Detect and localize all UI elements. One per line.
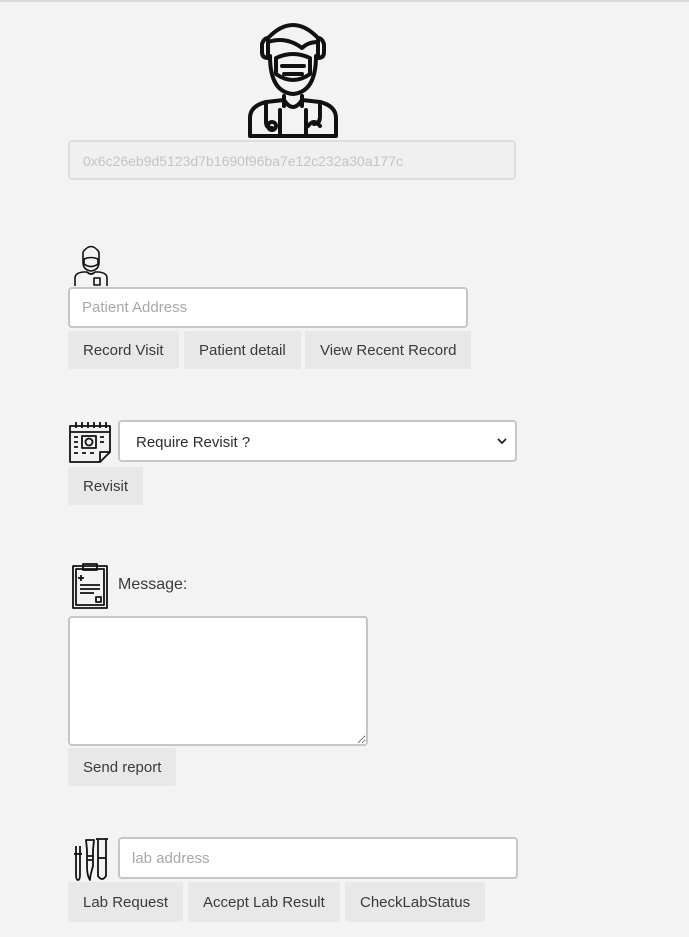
patient-address-input[interactable] (68, 287, 468, 328)
lab-tools-icon (74, 838, 108, 881)
revisit-button[interactable]: Revisit (68, 467, 144, 505)
account-address: 0x6c26eb9d5123d7b1690f96ba7e12c232a30a17… (68, 140, 516, 180)
lab-address-input[interactable] (118, 837, 518, 879)
accept-lab-result-button[interactable]: Accept Lab Result (188, 882, 340, 922)
send-report-button[interactable]: Send report (68, 748, 177, 786)
chevron-down-icon (497, 438, 507, 445)
calendar-icon (69, 422, 111, 463)
record-visit-button[interactable]: Record Visit (68, 331, 179, 369)
revisit-select[interactable]: Require Revisit ? (118, 420, 517, 462)
check-lab-status-button[interactable]: CheckLabStatus (345, 882, 486, 922)
clipboard-icon (72, 563, 108, 609)
revisit-select-value: Require Revisit ? (136, 434, 251, 451)
patient-icon (74, 245, 108, 286)
message-label: Message: (118, 576, 188, 593)
top-border (0, 0, 689, 2)
view-recent-record-button[interactable]: View Recent Record (305, 331, 472, 369)
doctor-icon (248, 23, 338, 138)
message-textarea[interactable] (68, 616, 368, 746)
patient-detail-button[interactable]: Patient detail (184, 331, 301, 369)
lab-request-button[interactable]: Lab Request (68, 882, 184, 922)
